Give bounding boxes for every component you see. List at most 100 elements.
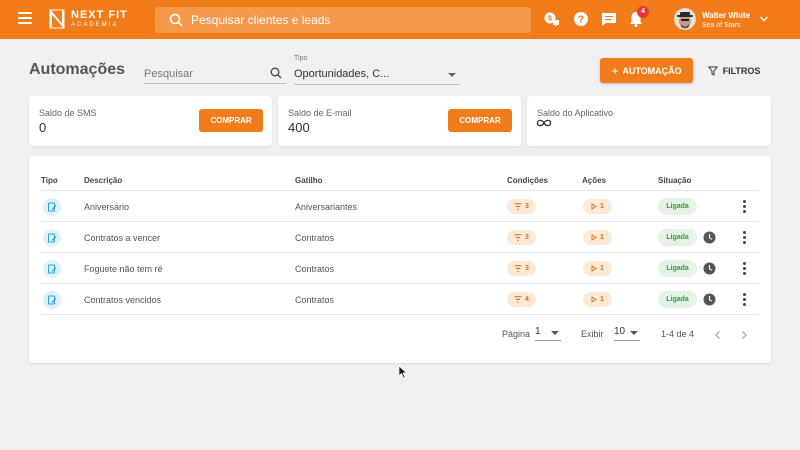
global-search-input[interactable] [191, 13, 511, 27]
clock-icon[interactable] [703, 293, 716, 306]
brand-logo[interactable]: NEXT FIT ACADEMIA [49, 9, 128, 29]
more-options-icon[interactable] [739, 261, 749, 276]
menu-icon[interactable] [18, 12, 32, 24]
row-description: Aniversário [84, 202, 130, 212]
type-filter-select[interactable]: Oportunidades, C... [294, 65, 460, 85]
add-automation-button[interactable]: + AUTOMAÇÃO [600, 58, 693, 83]
row-description: Contratos vencidos [84, 295, 162, 305]
document-edit-icon [48, 202, 57, 212]
actions-pill[interactable]: 1 [583, 230, 612, 245]
avatar[interactable] [674, 8, 696, 30]
type-filter-value: Oportunidades, C... [294, 68, 390, 80]
play-icon [591, 203, 597, 210]
col-header-status: Situação [658, 176, 692, 185]
conditions-icon [514, 265, 522, 272]
global-search[interactable] [155, 7, 531, 33]
svg-text:$: $ [548, 16, 552, 23]
status-badge[interactable]: Ligada [658, 229, 697, 246]
clock-icon[interactable] [703, 231, 716, 244]
search-icon[interactable] [270, 67, 282, 79]
add-automation-label: AUTOMAÇÃO [622, 65, 682, 76]
status-badge[interactable]: Ligada [658, 260, 697, 277]
document-edit-icon [48, 233, 57, 243]
table-row[interactable]: Contratos a vencer Contratos 3 1 Ligada [41, 222, 759, 253]
chat-icon[interactable] [601, 11, 617, 27]
app-balance-card: Saldo do Aplicativo [527, 96, 771, 146]
status-badge[interactable]: Ligada [658, 291, 697, 308]
actions-count: 1 [600, 265, 604, 272]
conditions-icon [514, 296, 522, 303]
chevron-left-icon[interactable] [713, 330, 723, 340]
automation-type-icon [43, 198, 61, 216]
automation-search-input[interactable] [144, 65, 264, 80]
status-badge[interactable]: Ligada [658, 198, 697, 215]
logo-mark-icon [49, 9, 65, 29]
page-size-select[interactable]: 10 [614, 326, 640, 341]
conditions-pill[interactable]: 3 [507, 230, 536, 245]
conditions-count: 3 [525, 234, 529, 241]
actions-pill[interactable]: 1 [583, 292, 612, 307]
page-select[interactable]: 1 [535, 326, 561, 341]
buy-email-button[interactable]: COMPRAR [448, 109, 512, 132]
conditions-icon [514, 203, 522, 210]
caret-down-icon [630, 331, 638, 335]
col-header-type: Tipo [41, 176, 58, 185]
automation-search[interactable] [144, 64, 286, 84]
more-options-icon[interactable] [739, 292, 749, 307]
sms-balance-value: 0 [39, 120, 47, 135]
user-name[interactable]: Walter White [702, 11, 750, 20]
brand-name: NEXT FIT [71, 9, 128, 21]
filters-button[interactable]: FILTROS [704, 58, 764, 83]
chevron-right-icon[interactable] [739, 330, 749, 340]
notification-badge: 4 [637, 6, 649, 18]
page-label: Página [502, 329, 531, 339]
help-icon[interactable]: ? [573, 11, 589, 27]
row-trigger: Contratos [295, 233, 335, 243]
plus-icon: + [611, 63, 619, 78]
play-icon [591, 296, 597, 303]
conditions-count: 4 [525, 296, 529, 303]
table-row[interactable]: Contratos vencidos Contratos 4 1 Ligada [41, 284, 759, 315]
table-row[interactable]: Foguete não tem ré Contratos 3 1 Ligada [41, 253, 759, 284]
avatar-image [674, 8, 696, 30]
automation-type-icon [43, 291, 61, 309]
buy-sms-button[interactable]: COMPRAR [199, 109, 263, 132]
conditions-pill[interactable]: 4 [507, 292, 536, 307]
page-title: Automações [29, 61, 126, 78]
infinity-icon [536, 119, 552, 127]
conditions-count: 3 [525, 203, 529, 210]
brand-sub: ACADEMIA [71, 22, 119, 28]
caret-down-icon [551, 331, 559, 335]
automations-table: Tipo Descrição Gatilho Condições Ações S… [29, 156, 771, 363]
mouse-cursor-icon [398, 365, 408, 379]
money-chat-icon[interactable]: $ [544, 11, 560, 27]
conditions-pill[interactable]: 3 [507, 199, 536, 214]
page-size-value: 10 [614, 326, 626, 337]
row-trigger: Contratos [295, 295, 335, 305]
col-header-description: Descrição [84, 176, 123, 185]
automation-type-icon [43, 260, 61, 278]
sms-balance-card: Saldo de SMS 0 COMPRAR [29, 96, 272, 146]
filters-label: FILTROS [722, 65, 761, 76]
show-label: Exibir [581, 329, 604, 339]
type-filter-label: Tipo [294, 55, 308, 62]
conditions-icon [514, 234, 522, 241]
conditions-pill[interactable]: 3 [507, 261, 536, 276]
document-edit-icon [48, 264, 57, 274]
row-trigger: Contratos [295, 264, 335, 274]
play-icon [591, 234, 597, 241]
top-bar: NEXT FIT ACADEMIA $ ? 4 Wal [0, 0, 800, 39]
table-row[interactable]: Aniversário Aniversariantes 3 1 Ligada [41, 191, 759, 222]
more-options-icon[interactable] [739, 199, 749, 214]
actions-count: 1 [600, 234, 604, 241]
automation-type-icon [43, 229, 61, 247]
row-trigger: Aniversariantes [295, 202, 358, 212]
chevron-down-icon[interactable] [759, 14, 769, 24]
play-icon [591, 265, 597, 272]
more-options-icon[interactable] [739, 230, 749, 245]
row-description: Foguete não tem ré [84, 264, 163, 274]
actions-pill[interactable]: 1 [583, 261, 612, 276]
actions-pill[interactable]: 1 [583, 199, 612, 214]
clock-icon[interactable] [703, 262, 716, 275]
col-header-actions: Ações [582, 176, 607, 185]
